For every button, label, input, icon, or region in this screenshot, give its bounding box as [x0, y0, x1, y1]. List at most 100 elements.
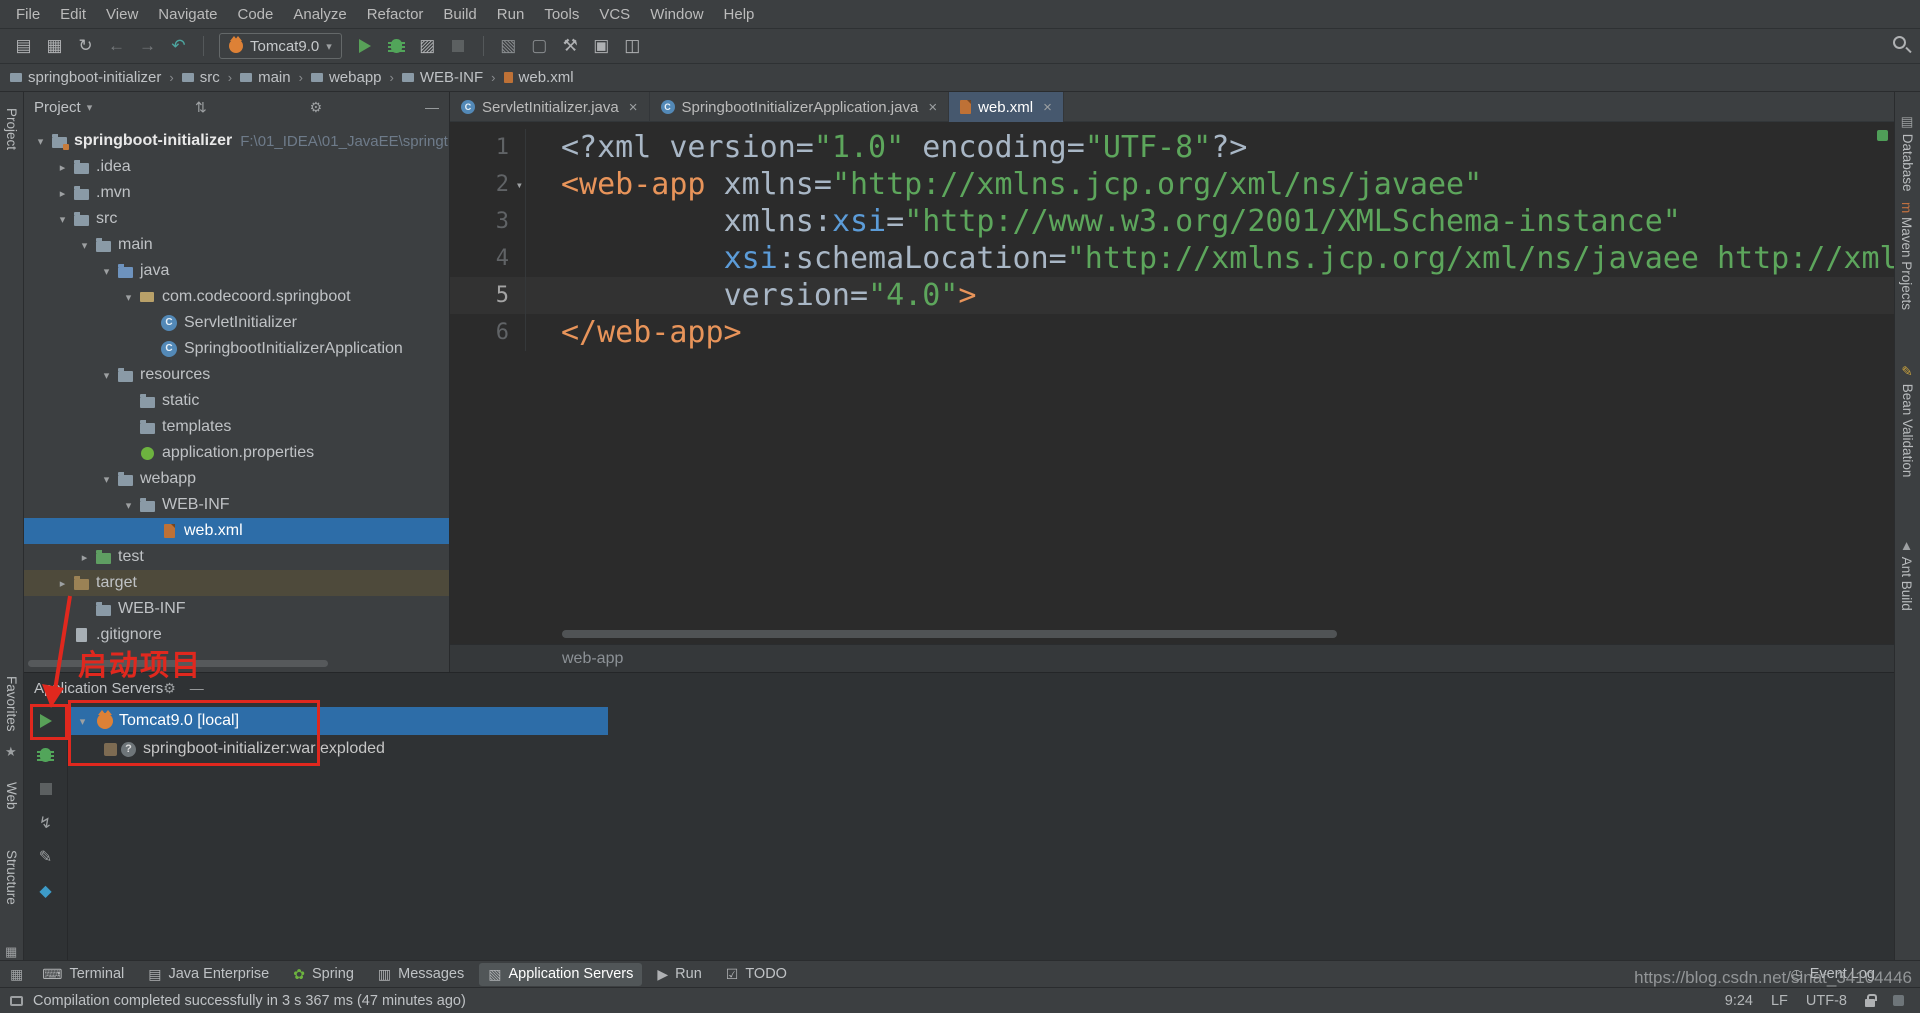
tree-item-springboot-initializer[interactable]: ▾springboot-initializerF:\01_IDEA\01_Jav…	[24, 128, 449, 154]
menu-file[interactable]: File	[6, 6, 50, 23]
breadcrumb-item-web.xml[interactable]: web.xml	[504, 69, 574, 86]
tool-window-tab-app-servers[interactable]: ▧Application Servers	[479, 963, 642, 986]
tree-item-static[interactable]: static	[24, 388, 449, 414]
tree-item-java[interactable]: ▾java	[24, 258, 449, 284]
expand-arrow-icon[interactable]: ▸	[54, 187, 71, 200]
code-line-4[interactable]: 4 xsi:schemaLocation="http://xmlns.jcp.o…	[450, 240, 1894, 277]
hide-panel-icon[interactable]: ―	[425, 99, 439, 115]
close-tab-icon[interactable]: ×	[1043, 99, 1052, 116]
star-icon[interactable]: ★	[5, 744, 17, 760]
expand-arrow-icon[interactable]: ▸	[54, 161, 71, 174]
editor-tab-web.xml[interactable]: web.xml×	[949, 92, 1064, 122]
gear-icon[interactable]: ⚙	[163, 680, 176, 697]
deploy-artifact-icon[interactable]: ◆	[35, 881, 57, 901]
stop-icon[interactable]	[445, 33, 472, 59]
tool-window-button-bean-validation[interactable]: ✎ Bean Validation	[1899, 364, 1915, 477]
tree-item-SpringbootInitializerApplication[interactable]: CSpringbootInitializerApplication	[24, 336, 449, 362]
fold-arrow-icon[interactable]: ▾	[516, 167, 523, 204]
breadcrumb-item-src[interactable]: src	[182, 69, 220, 86]
menu-navigate[interactable]: Navigate	[148, 6, 227, 23]
rollback-icon[interactable]: ↶	[165, 33, 192, 59]
navigate-back-icon[interactable]: ←	[103, 33, 130, 59]
structure-icon[interactable]: ◫	[619, 33, 646, 59]
horizontal-scrollbar[interactable]	[28, 660, 328, 667]
wrench-icon[interactable]: ⚒	[557, 33, 584, 59]
open-project-icon[interactable]: ▤	[10, 33, 37, 59]
navigate-forward-icon[interactable]: →	[134, 33, 161, 59]
menu-edit[interactable]: Edit	[50, 6, 96, 23]
edit-configuration-icon[interactable]: ✎	[35, 847, 57, 867]
expand-arrow-icon[interactable]: ▾	[98, 369, 115, 382]
tree-item-WEB-INF[interactable]: ▾WEB-INF	[24, 492, 449, 518]
run-server-icon[interactable]	[35, 711, 57, 731]
chevron-down-icon[interactable]: ▾	[87, 101, 93, 114]
menu-tools[interactable]: Tools	[534, 6, 589, 23]
lock-icon[interactable]	[1865, 999, 1875, 1007]
menu-help[interactable]: Help	[714, 6, 765, 23]
stop-server-icon[interactable]	[35, 779, 57, 799]
expand-arrow-icon[interactable]: ▾	[98, 473, 115, 486]
compile-icon[interactable]: ▧	[495, 33, 522, 59]
code-line-6[interactable]: 6</web-app>	[450, 314, 1894, 351]
menu-analyze[interactable]: Analyze	[283, 6, 356, 23]
expand-arrow-icon[interactable]: ▾	[74, 715, 91, 728]
editor[interactable]: 1<?xml version="1.0" encoding="UTF-8"?>2…	[450, 122, 1894, 672]
tree-item-com.codecoord.springboot[interactable]: ▾com.codecoord.springboot	[24, 284, 449, 310]
tree-item-templates[interactable]: templates	[24, 414, 449, 440]
event-message-icon[interactable]	[10, 996, 23, 1006]
menu-view[interactable]: View	[96, 6, 148, 23]
scroll-to-source-icon[interactable]: ⇅	[195, 99, 207, 116]
group-icon[interactable]: ▣	[588, 33, 615, 59]
expand-arrow-icon[interactable]: ▾	[54, 213, 71, 226]
tree-item-.mvn[interactable]: ▸.mvn	[24, 180, 449, 206]
tree-item-target[interactable]: ▸target	[24, 570, 449, 596]
connect-icon[interactable]: ↯	[35, 813, 57, 833]
tree-item-.gitignore[interactable]: .gitignore	[24, 622, 449, 648]
file-encoding[interactable]: UTF-8	[1806, 993, 1847, 1009]
menu-vcs[interactable]: VCS	[589, 6, 640, 23]
editor-tab-ServletInitializer.java[interactable]: CServletInitializer.java×	[450, 92, 650, 122]
code-line-1[interactable]: 1<?xml version="1.0" encoding="UTF-8"?>	[450, 129, 1894, 166]
tree-item-src[interactable]: ▾src	[24, 206, 449, 232]
breadcrumb-item-main[interactable]: main	[240, 69, 291, 86]
expand-arrow-icon[interactable]: ▾	[98, 265, 115, 278]
code-line-2[interactable]: 2▾<web-app xmlns="http://xmlns.jcp.org/x…	[450, 166, 1894, 203]
expand-arrow-icon[interactable]: ▾	[32, 135, 49, 148]
tree-item-ServletInitializer[interactable]: CServletInitializer	[24, 310, 449, 336]
expand-arrow-icon[interactable]: ▾	[76, 239, 93, 252]
search-icon[interactable]	[1893, 36, 1906, 49]
tool-window-button-ant-build[interactable]: ▲ Ant Build	[1899, 538, 1914, 611]
tool-window-tab-spring[interactable]: ✿Spring	[284, 963, 363, 986]
tool-window-tab-run[interactable]: ▶Run	[648, 963, 710, 986]
tool-window-tab-java-ee[interactable]: ▤Java Enterprise	[139, 963, 278, 986]
close-tab-icon[interactable]: ×	[629, 99, 638, 116]
tree-item-web.xml[interactable]: web.xml	[24, 518, 449, 544]
tree-item-WEB-INF[interactable]: WEB-INF	[24, 596, 449, 622]
line-separator[interactable]: LF	[1771, 993, 1788, 1009]
tree-item-.idea[interactable]: ▸.idea	[24, 154, 449, 180]
tool-window-button-favorites[interactable]: Favorites	[4, 676, 19, 732]
expand-arrow-icon[interactable]: ▾	[120, 291, 137, 304]
caret-position[interactable]: 9:24	[1725, 993, 1753, 1009]
tree-item-main[interactable]: ▾main	[24, 232, 449, 258]
run-icon[interactable]	[352, 33, 379, 59]
debug-server-icon[interactable]	[35, 745, 57, 765]
breadcrumb-item-webapp[interactable]: webapp	[311, 69, 382, 86]
code-line-3[interactable]: 3 xmlns:xsi="http://www.w3.org/2001/XMLS…	[450, 203, 1894, 240]
close-tab-icon[interactable]: ×	[928, 99, 937, 116]
tool-window-tab-todo[interactable]: ☑TODO	[717, 963, 796, 986]
tree-item-test[interactable]: ▸test	[24, 544, 449, 570]
save-all-icon[interactable]: ▦	[41, 33, 68, 59]
grid-icon[interactable]: ▦	[5, 944, 17, 960]
hide-panel-icon[interactable]: ―	[190, 680, 204, 696]
tool-window-button-maven-projects[interactable]: m Maven Projects	[1899, 202, 1914, 310]
tree-item-resources[interactable]: ▾resources	[24, 362, 449, 388]
coverage-icon[interactable]: ▨	[414, 33, 441, 59]
gear-icon[interactable]: ⚙	[310, 99, 323, 116]
menu-refactor[interactable]: Refactor	[357, 6, 434, 23]
artifact-row[interactable]: ?springboot-initializer:war exploded	[68, 735, 1894, 763]
code-area[interactable]: 1<?xml version="1.0" encoding="UTF-8"?>2…	[450, 122, 1894, 351]
breadcrumb-item-WEB-INF[interactable]: WEB-INF	[402, 69, 483, 86]
tool-window-tab-terminal[interactable]: ⌨Terminal	[33, 963, 133, 986]
tool-window-button-project[interactable]: Project	[4, 108, 19, 150]
